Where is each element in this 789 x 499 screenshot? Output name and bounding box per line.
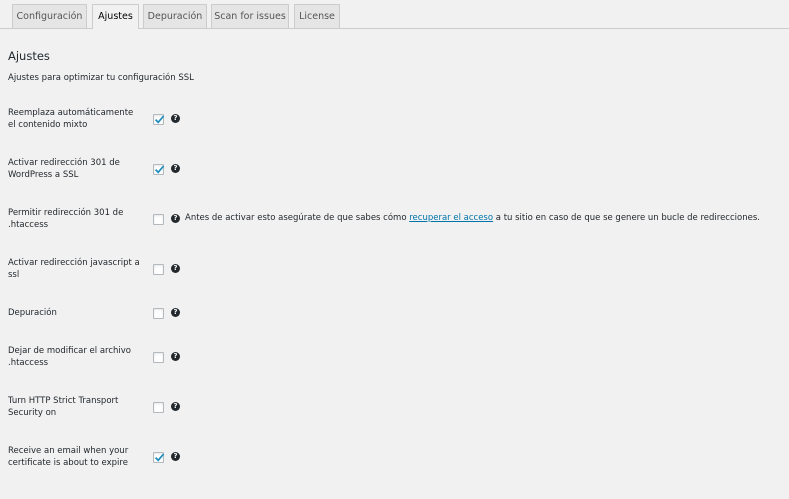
setting-label: Turn HTTP Strict Transport Security on — [8, 396, 119, 418]
setting-label: Receive an email when your certificate i… — [8, 446, 129, 468]
setting-label: Dejar de modificar el archivo .htaccess — [8, 346, 132, 368]
question-circle-icon[interactable]: ? — [171, 214, 180, 223]
checkmark-icon — [154, 165, 165, 174]
wp-redirect-checkbox[interactable] — [153, 164, 165, 175]
setting-label: Permitir redirección 301 de .htaccess — [8, 208, 124, 230]
setting-label: Activar redirección javascript a ssl — [8, 258, 140, 280]
hsts-checkbox[interactable] — [153, 402, 164, 413]
section-title: Ajustes — [8, 49, 50, 63]
setting-label: Activar redirección 301 de WordPress a S… — [8, 158, 120, 180]
tab-bar: Configuración Ajustes Depuración Scan fo… — [0, 0, 789, 29]
stop-htaccess-checkbox[interactable] — [153, 352, 164, 363]
question-circle-icon[interactable]: ? — [171, 402, 180, 411]
section-description: Ajustes para optimizar tu configuración … — [8, 73, 194, 83]
question-circle-icon[interactable]: ? — [171, 264, 180, 273]
setting-label: Depuración — [8, 308, 57, 318]
tab-depuracion[interactable]: Depuración — [143, 4, 207, 28]
debug-checkbox[interactable] — [153, 308, 164, 319]
tab-license[interactable]: License — [294, 4, 340, 28]
checkmark-icon — [154, 453, 165, 462]
checkmark-icon — [154, 115, 165, 124]
mixed-content-checkbox[interactable] — [153, 114, 165, 125]
question-circle-icon[interactable]: ? — [171, 114, 180, 123]
tab-scan-for-issues[interactable]: Scan for issues — [211, 4, 289, 28]
recover-access-link[interactable]: recuperar el acceso — [409, 213, 493, 223]
question-circle-icon[interactable]: ? — [171, 452, 180, 461]
htaccess-warning-note: Antes de activar esto asegúrate de que s… — [185, 213, 760, 223]
tab-ajustes[interactable]: Ajustes — [92, 4, 139, 29]
js-redirect-checkbox[interactable] — [153, 264, 164, 275]
htaccess-redirect-checkbox[interactable] — [153, 214, 164, 225]
question-circle-icon[interactable]: ? — [171, 164, 180, 173]
expiry-email-checkbox[interactable] — [153, 452, 165, 463]
setting-label: Reemplaza automáticamente el contenido m… — [8, 108, 134, 130]
question-circle-icon[interactable]: ? — [171, 352, 180, 361]
tab-configuracion[interactable]: Configuración — [12, 4, 87, 28]
question-circle-icon[interactable]: ? — [171, 308, 180, 317]
